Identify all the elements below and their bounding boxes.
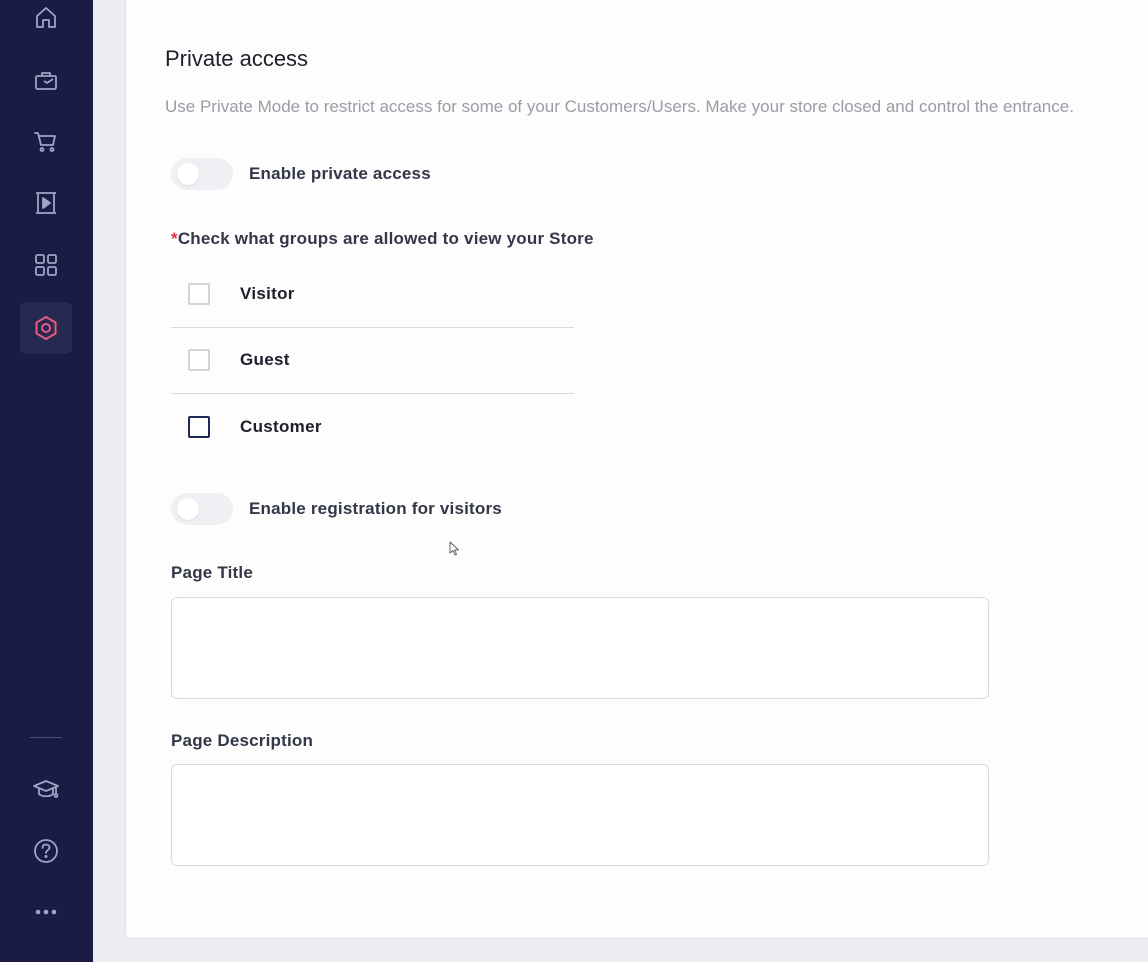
guest-checkbox[interactable] [188, 349, 210, 371]
customer-checkbox[interactable] [188, 416, 210, 438]
sidebar [0, 0, 93, 962]
private-access-label: Enable private access [249, 164, 431, 183]
page-title-label: Page Title [171, 563, 253, 582]
group-row-customer: Customer [171, 395, 574, 461]
mouse-cursor-icon [449, 541, 459, 556]
visitor-label: Visitor [240, 284, 295, 303]
store-icon[interactable] [20, 54, 72, 106]
page-title-input[interactable] [171, 597, 989, 699]
settings-icon[interactable] [20, 302, 72, 354]
page-description-text: Use Private Mode to restrict access for … [165, 97, 1074, 116]
visitor-checkbox[interactable] [188, 283, 210, 305]
customer-label: Customer [240, 417, 322, 436]
private-access-toggle[interactable] [171, 158, 233, 190]
help-icon[interactable] [20, 825, 72, 877]
cart-icon[interactable] [20, 115, 72, 167]
guest-label: Guest [240, 350, 290, 369]
toggle-knob [177, 498, 199, 520]
media-icon[interactable] [20, 177, 72, 229]
page-description-input[interactable] [171, 764, 989, 866]
registration-label: Enable registration for visitors [249, 499, 502, 518]
apps-icon[interactable] [20, 239, 72, 291]
groups-label: *Check what groups are allowed to view y… [171, 229, 594, 249]
toggle-knob [177, 163, 199, 185]
groups-label-text: Check what groups are allowed to view yo… [177, 229, 594, 248]
page-description-label: Page Description [171, 731, 314, 750]
page-title: Private access [165, 46, 309, 71]
required-mark: * [171, 229, 178, 248]
group-row-visitor: Visitor [171, 262, 574, 328]
sidebar-divider [30, 737, 62, 738]
more-icon[interactable] [20, 886, 72, 938]
registration-toggle[interactable] [171, 493, 233, 525]
home-icon[interactable] [20, 0, 72, 44]
group-row-guest: Guest [171, 328, 574, 394]
academy-icon[interactable] [20, 763, 72, 815]
